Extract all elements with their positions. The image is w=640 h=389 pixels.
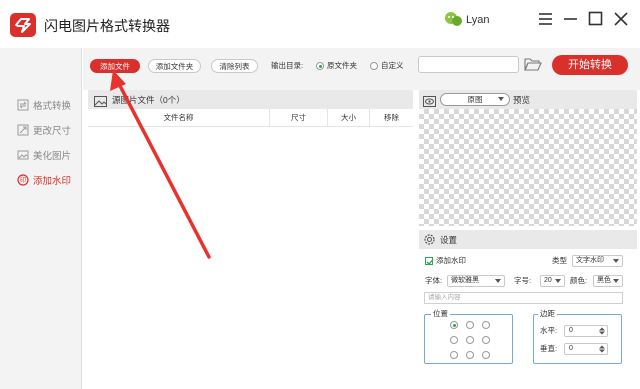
sidebar-item-beautify[interactable]: 美化图片 <box>17 148 71 162</box>
output-custom-label[interactable]: 自定义 <box>381 59 404 73</box>
watermark-label[interactable]: 添加水印 <box>436 255 466 267</box>
add-folder-button[interactable]: 添加文件夹 <box>148 59 201 73</box>
output-dir-label: 输出目录: <box>271 61 304 70</box>
font-value: 微软雅黑 <box>451 277 479 284</box>
column-filename[interactable]: 文件名称 <box>88 109 270 127</box>
user-name: Lyan <box>466 14 490 26</box>
user-account[interactable]: Lyan <box>444 10 489 30</box>
eye-icon[interactable] <box>423 94 436 107</box>
column-remove[interactable]: 移除 <box>370 109 413 127</box>
maximize-icon[interactable] <box>587 10 605 28</box>
preview-mode-value: 原图 <box>467 95 483 104</box>
chevron-down-icon <box>495 279 501 283</box>
position-top-left[interactable] <box>450 321 458 329</box>
preview-panel: 原图 预览 <box>419 90 637 226</box>
chevron-down-icon <box>498 97 504 101</box>
settings-title: 设置 <box>440 235 458 245</box>
resize-icon <box>17 124 29 136</box>
sidebar-item-label: 格式转换 <box>33 101 72 112</box>
svg-text:印: 印 <box>20 177 26 184</box>
sidebar-item-format-convert[interactable]: 格式转换 <box>17 98 71 112</box>
avatar-icon <box>444 10 464 30</box>
gear-icon <box>423 233 436 246</box>
column-size[interactable]: 大小 <box>328 109 370 127</box>
vertical-margin-value: 0 <box>569 345 573 352</box>
position-bottom-left[interactable] <box>450 351 458 359</box>
position-top-right[interactable] <box>482 321 490 329</box>
chevron-down-icon <box>613 279 619 283</box>
preview-mode-select[interactable]: 原图 <box>440 93 510 106</box>
column-dimensions[interactable]: 尺寸 <box>270 109 328 127</box>
app-title: 闪电图片格式转换器 <box>44 18 170 34</box>
color-label: 颜色: <box>570 276 588 285</box>
close-icon[interactable] <box>612 10 630 28</box>
toolbar: 添加文件 添加文件夹 清除列表 输出目录: 原文件夹 自定义 开始转换 <box>83 48 640 90</box>
type-value: 文字水印 <box>576 257 604 264</box>
file-list-panel: 源图片文件（0个） 文件名称 尺寸 大小 移除 <box>88 90 413 389</box>
app-logo-icon <box>10 13 36 37</box>
settings-panel: 设置 添加水印 类型 文字水印 字体: 微软雅黑 字号: 20 颜色: 黑色 请… <box>419 230 637 387</box>
position-bottom-right[interactable] <box>482 351 490 359</box>
margin-group: 边距 水平: 0 垂直: 0 <box>533 309 622 364</box>
settings-header: 设置 <box>419 230 637 249</box>
convert-icon <box>17 99 29 111</box>
title-bar: 闪电图片格式转换器 Lyan <box>0 0 640 48</box>
horizontal-margin-spinner[interactable]: 0 <box>564 325 608 337</box>
type-label: 类型 <box>552 256 567 265</box>
folder-open-icon[interactable] <box>524 57 542 72</box>
file-count-label: 源图片文件（0个） <box>112 95 185 105</box>
app-window: 闪电图片格式转换器 Lyan 格式转换 更改尺寸 美化图片 印 添加水印 添加文… <box>0 0 640 389</box>
watermark-icon: 印 <box>17 174 29 186</box>
position-group: 位置 <box>424 309 513 364</box>
position-top-center[interactable] <box>466 321 474 329</box>
preview-canvas <box>419 109 637 226</box>
watermark-text-input[interactable]: 请输入内容 <box>424 292 623 304</box>
size-label: 字号: <box>514 276 532 285</box>
position-middle-right[interactable] <box>482 336 490 344</box>
sidebar: 格式转换 更改尺寸 美化图片 印 添加水印 <box>0 48 82 389</box>
font-label: 字体: <box>425 276 443 285</box>
size-value: 20 <box>544 277 552 284</box>
color-value: 黑色 <box>597 277 611 284</box>
position-label: 位置 <box>431 309 450 319</box>
spinner-arrows-icon[interactable] <box>599 345 605 353</box>
sidebar-item-label: 更改尺寸 <box>33 126 72 137</box>
preview-label: 预览 <box>513 95 531 105</box>
position-middle-left[interactable] <box>450 336 458 344</box>
position-bottom-center[interactable] <box>466 351 474 359</box>
vertical-margin-label: 垂直: <box>540 344 558 353</box>
menu-icon[interactable] <box>537 10 555 28</box>
clear-list-button[interactable]: 清除列表 <box>211 59 258 73</box>
add-file-button[interactable]: 添加文件 <box>90 59 140 73</box>
type-select[interactable]: 文字水印 <box>572 255 623 267</box>
vertical-margin-spinner[interactable]: 0 <box>564 343 608 355</box>
margin-label: 边距 <box>538 309 557 319</box>
sidebar-item-label: 美化图片 <box>33 151 72 162</box>
chevron-down-icon <box>555 279 561 283</box>
sidebar-item-resize[interactable]: 更改尺寸 <box>17 123 71 137</box>
image-icon <box>94 94 107 107</box>
file-table-header: 文件名称 尺寸 大小 移除 <box>88 109 413 127</box>
horizontal-margin-label: 水平: <box>540 326 558 335</box>
size-spinner[interactable]: 20 <box>540 275 565 287</box>
horizontal-margin-value: 0 <box>569 327 573 334</box>
sidebar-item-watermark[interactable]: 印 添加水印 <box>17 173 71 187</box>
spinner-arrows-icon[interactable] <box>599 327 605 335</box>
output-original-label[interactable]: 原文件夹 <box>327 59 357 73</box>
output-original-radio[interactable] <box>316 62 324 70</box>
output-path-input[interactable] <box>418 56 519 73</box>
image-icon <box>17 149 29 161</box>
preview-header: 原图 预览 <box>419 90 637 109</box>
position-center[interactable] <box>466 336 474 344</box>
file-list-header: 源图片文件（0个） <box>88 90 413 109</box>
font-select[interactable]: 微软雅黑 <box>447 275 505 287</box>
output-custom-radio[interactable] <box>370 62 378 70</box>
chevron-down-icon <box>613 259 619 263</box>
watermark-checkbox[interactable] <box>425 257 434 265</box>
minimize-icon[interactable] <box>562 10 580 28</box>
sidebar-item-label: 添加水印 <box>33 176 72 187</box>
start-convert-button[interactable]: 开始转换 <box>552 55 628 75</box>
color-select[interactable]: 黑色 <box>593 275 623 287</box>
